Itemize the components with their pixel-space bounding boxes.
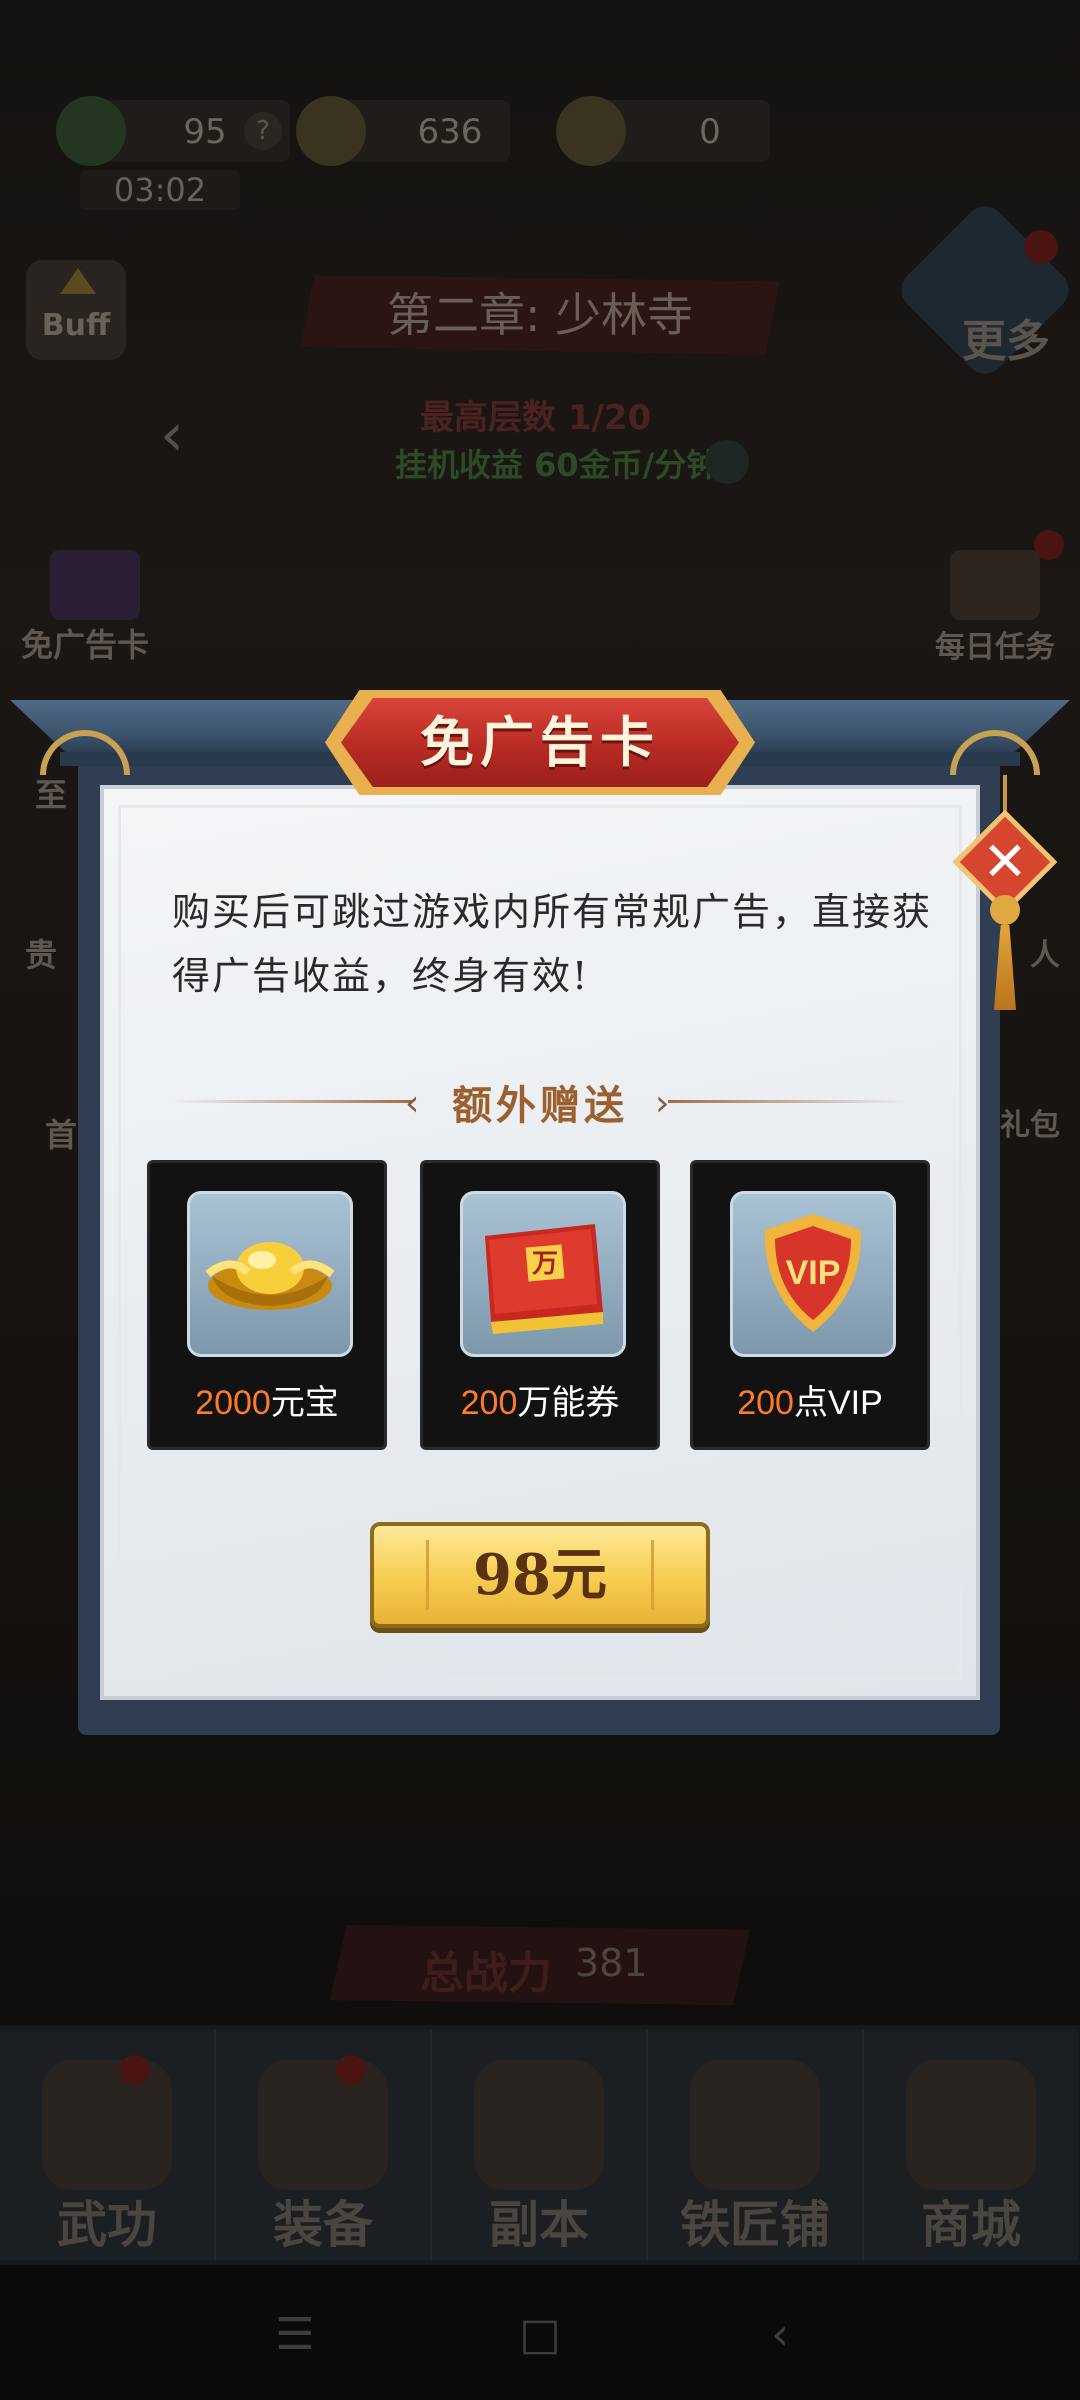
svg-text:VIP: VIP [786,1254,841,1292]
reward-amount: 200 [460,1384,518,1422]
treasure-chest-icon [906,2060,1036,2190]
help-icon[interactable] [705,440,749,484]
ingot-counter[interactable]: 0 [556,96,770,166]
side-button-label: 免广告卡 [20,626,149,664]
coin-counter[interactable]: 636 [296,96,510,166]
tab-label: 副本 [489,2196,589,2254]
gold-ingot-icon [556,96,626,166]
reward-amount: 200 [737,1384,794,1422]
dialog-title-banner: 免广告卡 [325,690,755,795]
divider [668,1100,908,1103]
ingot-value: 0 [699,112,721,152]
buff-button[interactable]: Buff [26,260,126,360]
total-power-banner: 总战力 381 [330,1925,750,2005]
chevron-right-icon: › [655,1083,670,1124]
extra-gift-title: 额外赠送 [452,1082,628,1129]
game-screen: 95 ? 636 0 03:02 Buff 第二章: 少林寺 更多 ‹ 最高层数… [0,0,1080,2400]
stamina-timer: 03:02 [80,170,240,210]
close-button[interactable]: ✕ [950,775,1060,1015]
scroll-icon [950,550,1040,620]
tassel-icon [994,925,1016,1010]
tab-blacksmith[interactable]: 铁匠铺 [648,2030,864,2260]
previous-chapter-icon[interactable]: ‹ [160,400,230,480]
notification-dot [1024,230,1058,264]
arrow-up-icon [60,268,96,294]
reward-unit: 点VIP [793,1384,883,1422]
idle-earnings: 挂机收益 60金币/分钟 [395,446,719,484]
price-label: 98元 [473,1542,607,1608]
buff-label: Buff [41,308,111,343]
power-value: 381 [575,1941,648,1985]
reward-unit: 元宝 [270,1384,339,1422]
stamina-counter[interactable]: 95 ? [56,96,290,166]
reward-label: 200万能券 [423,1375,657,1424]
help-icon[interactable]: ? [244,112,282,150]
purchase-button[interactable]: 98元 [370,1522,710,1628]
notification-dot [120,2055,150,2085]
tab-dungeon[interactable]: 副本 [432,2030,648,2260]
tab-label: 商城 [921,2196,1021,2254]
crossed-swords-icon [474,2060,604,2190]
reward-ingot[interactable]: 2000元宝 [147,1160,387,1450]
close-icon: ✕ [982,830,1028,893]
vip-shield-icon: VIP [730,1191,896,1357]
tab-equipment[interactable]: 装备 [216,2030,432,2260]
chapter-title: 第二章: 少林寺 [300,275,780,355]
tab-martial-arts[interactable]: 武功 [0,2030,216,2260]
ad-card-icon [50,550,140,620]
reward-unit: 万能券 [517,1384,620,1422]
menu-icon[interactable]: ☰ [255,2300,335,2370]
tab-label: 铁匠铺 [680,2196,830,2254]
coin-icon [296,96,366,166]
side-button-daily-tasks[interactable]: 每日任务 [920,530,1070,665]
chevron-left-icon: ‹ [405,1083,420,1124]
scroll-icon [42,2060,172,2190]
power-label: 总战力 [420,1948,552,1999]
reward-label: 2000元宝 [150,1375,384,1424]
notification-dot [1034,530,1064,560]
green-flag-icon [56,96,126,166]
reward-voucher[interactable]: 万 200万能券 [420,1160,660,1450]
notification-dot [336,2055,366,2085]
home-icon[interactable]: □ [500,2300,580,2370]
coin-value: 636 [417,112,483,152]
armor-icon [258,2060,388,2190]
reward-amount: 2000 [195,1384,271,1422]
divider [172,1100,412,1103]
svg-text:万: 万 [532,1249,558,1279]
floor-progress: 最高层数 1/20 [420,398,652,438]
dialog-title: 免广告卡 [420,710,660,774]
red-voucher-icon: 万 [460,1191,626,1357]
anvil-icon [690,2060,820,2190]
stamina-value: 95 [183,112,227,152]
tab-label: 装备 [273,2196,373,2254]
gold-ingot-icon [187,1191,353,1357]
tab-shop[interactable]: 商城 [864,2030,1078,2260]
tab-label: 武功 [57,2196,157,2254]
side-button-label: 每日任务 [935,630,1055,665]
bead-icon [990,895,1020,925]
more-label: 更多 [962,316,1050,367]
reward-vip[interactable]: VIP 200点VIP [690,1160,930,1450]
reward-label: 200点VIP [693,1375,927,1424]
side-button-ad-card[interactable]: 免广告卡 [10,550,160,664]
dialog-description: 购买后可跳过游戏内所有常规广告，直接获得广告收益，终身有效! [172,890,933,998]
back-icon[interactable]: ‹ [740,2300,820,2370]
